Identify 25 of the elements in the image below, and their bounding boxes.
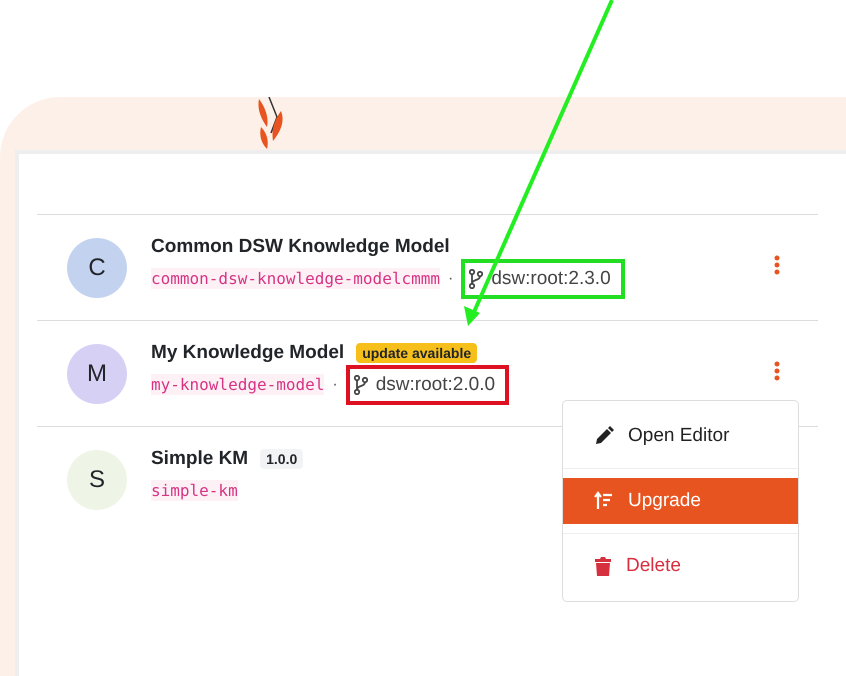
branch-icon — [469, 268, 484, 288]
status-badge: 1.0.0 — [260, 449, 304, 469]
model-name[interactable]: Common DSW Knowledge Model — [151, 236, 450, 258]
pencil-icon — [594, 426, 614, 446]
trash-icon — [594, 556, 612, 576]
avatar: M — [67, 344, 127, 404]
model-name[interactable]: Simple KM — [151, 448, 248, 470]
avatar: C — [67, 238, 127, 298]
more-options-icon[interactable] — [774, 255, 780, 275]
avatar: S — [67, 450, 127, 510]
status-badge: update available — [356, 343, 478, 363]
package-id: dsw:root:2.0.0 — [376, 374, 496, 396]
more-options-icon[interactable] — [774, 361, 780, 381]
model-id: simple-km — [151, 480, 238, 501]
sort-up-icon — [594, 491, 614, 511]
model-name[interactable]: My Knowledge Model — [151, 342, 344, 364]
package-id: dsw:root:2.3.0 — [491, 268, 611, 290]
model-id: common-dsw-knowledge-modelcmmm — [151, 268, 440, 289]
menu-item[interactable]: Open Editor — [563, 413, 798, 459]
menu-item[interactable]: Delete — [563, 543, 798, 589]
branch-icon — [354, 374, 368, 394]
separator-dot: · — [332, 376, 338, 394]
separator-dot: · — [448, 270, 454, 288]
menu-item[interactable]: Upgrade — [563, 478, 798, 524]
model-id: my-knowledge-model — [151, 374, 324, 395]
